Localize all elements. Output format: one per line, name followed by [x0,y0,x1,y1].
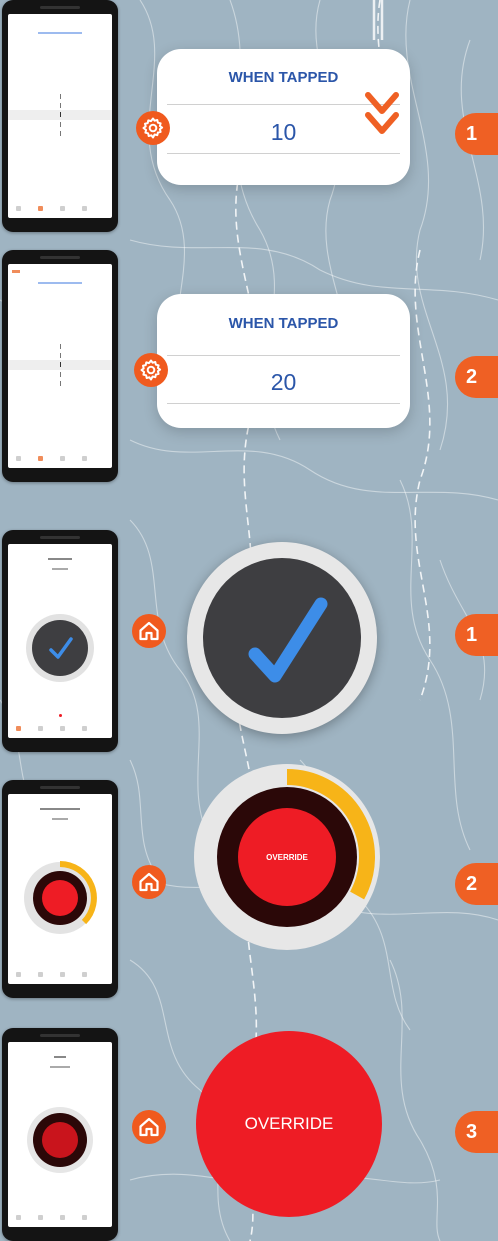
phone-speaker [40,6,80,9]
screen-tab-bar [8,1215,112,1221]
mini-override-dial [27,1107,93,1173]
screen-tab-bar [8,456,112,462]
phone-screen [8,794,112,984]
phone-speaker [40,256,80,259]
screen-title-placeholder [38,282,82,284]
screen-tab-bar [8,726,112,732]
override-button[interactable]: OVERRIDE [196,1031,382,1217]
phone-speaker [40,1034,80,1037]
checkmark-icon [248,597,328,683]
picker-tick [59,112,61,117]
screen-tab-bar [8,972,112,978]
picker-tick [59,362,61,367]
step-badge: 1 [455,614,498,656]
phone-speaker [40,536,80,539]
step-badge: 1 [455,113,498,155]
screen-subtitle-placeholder [52,818,68,820]
screen-back-placeholder [12,270,20,273]
picker-tick [59,103,61,108]
home-icon[interactable] [132,1110,166,1144]
timer-value[interactable]: 20 [157,369,410,396]
gear-icon[interactable] [134,353,168,387]
screen-subtitle-placeholder [52,568,68,570]
phone-screenshot-override-progress [2,780,118,998]
phone-screenshot-timer-20 [2,250,118,482]
phone-screen [8,14,112,218]
phone-speaker [40,786,80,789]
step-badge: 3 [455,1111,498,1153]
picker-tick [59,131,61,136]
card-divider [167,153,400,154]
override-label: OVERRIDE [244,1114,334,1133]
screen-subtitle-placeholder [50,1066,70,1068]
picker-tick [59,94,61,99]
screen-title-placeholder [40,808,80,810]
double-chevron-down-icon[interactable] [362,91,402,137]
picker-tick [59,372,61,377]
mini-checkmark-icon [49,637,73,659]
step-badge: 2 [455,863,498,905]
home-icon[interactable] [132,614,166,648]
picker-tick [59,122,61,127]
card-title: WHEN TAPPED [228,69,339,86]
card-divider [167,403,400,404]
home-icon[interactable] [132,865,166,899]
phone-screenshot-confirm [2,530,118,752]
screen-title-placeholder [38,32,82,34]
picker-tick [59,381,61,386]
override-button[interactable]: OVERRIDE [238,808,336,906]
card-divider [167,355,400,356]
gear-icon[interactable] [136,111,170,145]
mini-override-dial [24,861,97,934]
override-label: OVERRIDE [266,852,308,862]
phone-screenshot-override [2,1028,118,1241]
step-badge: 2 [455,356,498,398]
picker-tick [59,344,61,349]
screen-title-placeholder [48,558,72,560]
screen-red-dot [59,714,62,717]
screen-title-placeholder [54,1056,66,1058]
phone-screenshot-timer-10 [2,0,118,232]
card-title: WHEN TAPPED [228,315,339,332]
picker-tick [59,353,61,358]
phone-screen [8,1042,112,1227]
timer-setting-card: WHEN TAPPED 20 [157,294,410,428]
phone-screen [8,264,112,468]
screen-tab-bar [8,206,112,212]
phone-screen [8,544,112,738]
